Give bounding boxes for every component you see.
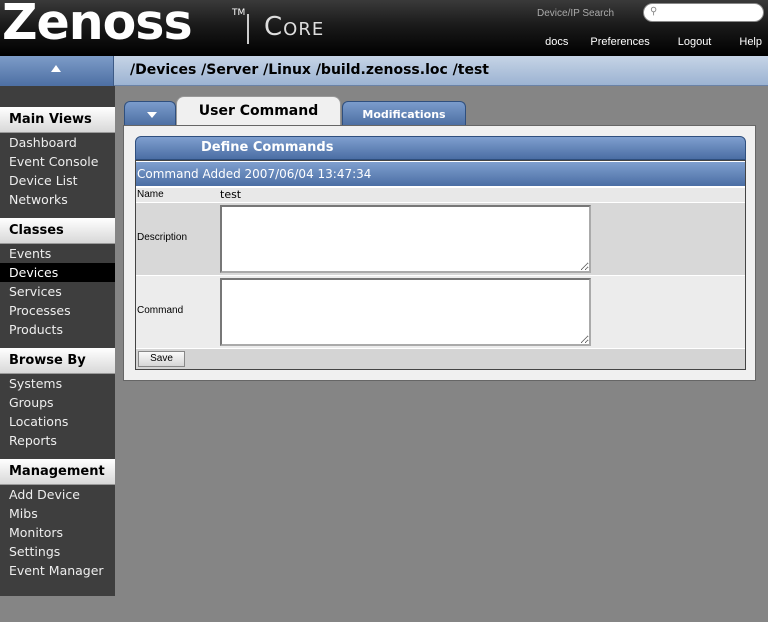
sidebar-item-event-manager[interactable]: Event Manager xyxy=(0,561,115,580)
trademark: TM xyxy=(232,8,246,18)
logo-text: Zenoss xyxy=(2,0,193,51)
save-button[interactable]: Save xyxy=(138,351,185,367)
chevron-up-icon xyxy=(51,65,61,72)
logo-divider xyxy=(247,14,249,44)
logout-link[interactable]: Logout xyxy=(678,36,712,48)
sidebar-item-services[interactable]: Services xyxy=(0,282,115,301)
product-name: Core xyxy=(264,12,325,42)
section-browse-by: Browse By xyxy=(0,348,115,374)
search-label: Device/IP Search xyxy=(537,8,615,19)
section-main-views: Main Views xyxy=(0,107,115,133)
sidebar-item-device-list[interactable]: Device List xyxy=(0,171,115,190)
sidebar-item-mibs[interactable]: Mibs xyxy=(0,504,115,523)
name-value: test xyxy=(220,188,242,201)
breadcrumb[interactable]: /Devices /Server /Linux /build.zenoss.lo… xyxy=(130,62,489,78)
description-label: Description xyxy=(137,232,188,243)
command-form: Command Added 2007/06/04 13:47:34 Name t… xyxy=(135,160,746,370)
name-row: Name test xyxy=(136,188,745,202)
sidebar-item-event-console[interactable]: Event Console xyxy=(0,152,115,171)
section-management: Management xyxy=(0,459,115,485)
tab-user-command[interactable]: User Command xyxy=(176,96,341,126)
sidebar-item-reports[interactable]: Reports xyxy=(0,431,115,450)
sidebar-item-groups[interactable]: Groups xyxy=(0,393,115,412)
sidebar-item-processes[interactable]: Processes xyxy=(0,301,115,320)
zenoss-logo[interactable]: Zenoss xyxy=(2,0,193,51)
sidebar-item-networks[interactable]: Networks xyxy=(0,190,115,209)
section-classes: Classes xyxy=(0,218,115,244)
app-header: Zenoss TM Core Device/IP Search ⚲ docs P… xyxy=(0,0,768,56)
define-commands-panel: Define Commands Command Added 2007/06/04… xyxy=(123,125,756,381)
tab-menu-button[interactable] xyxy=(124,101,176,125)
sidebar-item-monitors[interactable]: Monitors xyxy=(0,523,115,542)
sidebar-item-events[interactable]: Events xyxy=(0,244,115,263)
command-label: Command xyxy=(137,305,184,316)
docs-link[interactable]: docs xyxy=(545,36,568,48)
description-row: Description xyxy=(136,203,745,275)
command-field[interactable] xyxy=(220,278,591,346)
collapse-sidebar-button[interactable] xyxy=(0,56,114,86)
sidebar-item-products[interactable]: Products xyxy=(0,320,115,339)
tab-modifications[interactable]: Modifications xyxy=(342,101,466,125)
panel-title: Define Commands xyxy=(135,136,746,160)
sidebar: Main Views Dashboard Event Console Devic… xyxy=(0,86,115,596)
chevron-down-icon xyxy=(147,112,157,118)
command-row: Command xyxy=(136,276,745,348)
preferences-link[interactable]: Preferences xyxy=(590,36,649,48)
status-message: Command Added 2007/06/04 13:47:34 xyxy=(136,162,745,186)
sidebar-item-locations[interactable]: Locations xyxy=(0,412,115,431)
help-link[interactable]: Help xyxy=(739,36,762,48)
save-row: Save xyxy=(136,349,745,369)
sidebar-item-devices[interactable]: Devices xyxy=(0,263,115,282)
sidebar-item-systems[interactable]: Systems xyxy=(0,374,115,393)
description-field[interactable] xyxy=(220,205,591,273)
sidebar-item-dashboard[interactable]: Dashboard xyxy=(0,133,115,152)
top-links: docs Preferences Logout Help xyxy=(523,36,762,48)
sidebar-item-settings[interactable]: Settings xyxy=(0,542,115,561)
sidebar-item-add-device[interactable]: Add Device xyxy=(0,485,115,504)
name-label: Name xyxy=(137,189,164,200)
search-icon: ⚲ xyxy=(650,6,658,17)
